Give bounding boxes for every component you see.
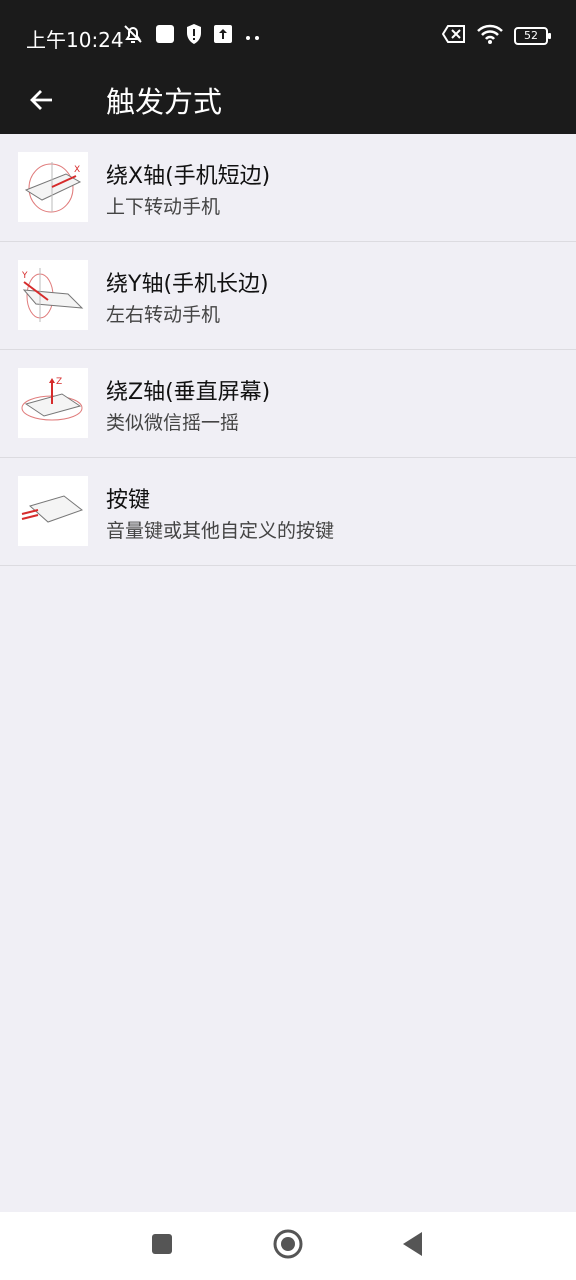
item-title: 绕Z轴(垂直屏幕) [106,380,271,405]
trigger-mode-list: X 绕X轴(手机短边) 上下转动手机 Y 绕Y轴(手机长边) 左右转动手机 Z … [0,134,576,566]
shield-icon [185,23,203,49]
item-title: 绕Y轴(手机长边) [106,272,269,297]
key-press-icon [18,476,88,546]
list-item-x-axis[interactable]: X 绕X轴(手机短边) 上下转动手机 [0,134,576,242]
axis-label-z: Z [56,377,62,387]
item-subtitle: 音量键或其他自定义的按键 [106,520,335,542]
axis-label-x: X [74,165,80,175]
x-axis-rotation-icon: X [18,152,88,222]
item-subtitle: 左右转动手机 [106,304,221,326]
recents-square-icon [151,1233,173,1259]
navigation-bar [0,1212,576,1280]
back-arrow-icon [28,86,56,118]
more-dots-icon [243,27,263,46]
home-circle-icon [272,1228,304,1264]
status-icons-right: 52 [441,23,551,49]
status-time: 上午10:24 [26,28,124,52]
wifi-icon [476,23,504,49]
status-icons-left [121,24,263,48]
square-app-icon [155,24,175,48]
z-axis-rotation-icon: Z [18,368,88,438]
sim-x-icon [441,24,466,48]
list-item-key[interactable]: 按键 音量键或其他自定义的按键 [0,458,576,566]
system-back-button[interactable] [393,1226,433,1266]
home-button[interactable] [268,1226,308,1266]
status-bar: 上午10:24 52 [0,0,576,70]
list-item-y-axis[interactable]: Y 绕Y轴(手机长边) 左右转动手机 [0,242,576,350]
y-axis-rotation-icon: Y [18,260,88,330]
item-subtitle: 类似微信摇一摇 [106,412,240,434]
upload-icon [213,24,233,48]
back-button[interactable] [22,80,62,124]
list-item-z-axis[interactable]: Z 绕Z轴(垂直屏幕) 类似微信摇一摇 [0,350,576,458]
page-title: 触发方式 [106,85,223,119]
mute-notification-icon [121,22,145,50]
app-bar: 触发方式 [0,70,576,134]
back-triangle-icon [401,1231,425,1261]
item-title: 绕X轴(手机短边) [106,164,271,189]
battery-icon: 52 [514,27,551,45]
item-title: 按键 [106,488,151,513]
recents-button[interactable] [142,1226,182,1266]
item-subtitle: 上下转动手机 [106,196,221,218]
axis-label-y: Y [21,271,28,281]
